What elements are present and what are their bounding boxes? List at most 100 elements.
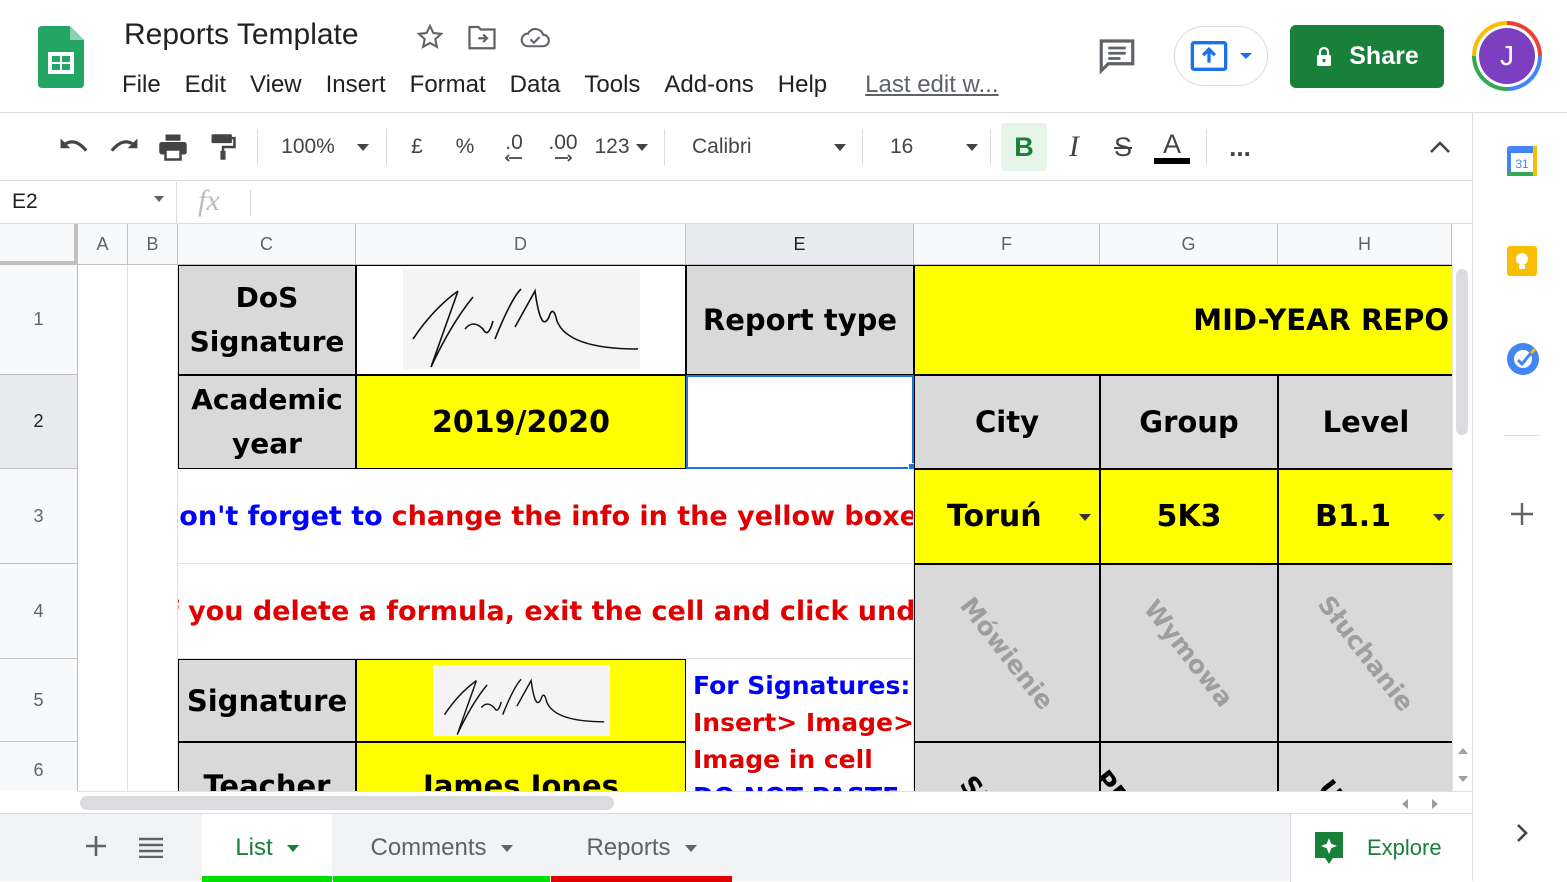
row-header-4[interactable]: 4 bbox=[0, 564, 78, 659]
column-header-d[interactable]: D bbox=[356, 224, 686, 265]
keep-icon[interactable] bbox=[1506, 245, 1538, 282]
cell-f4[interactable]: Mówienie bbox=[914, 564, 1100, 742]
cell-h2[interactable]: Level bbox=[1278, 375, 1452, 469]
cell-d1[interactable] bbox=[356, 265, 686, 375]
more-options-button[interactable]: ... bbox=[1220, 123, 1260, 171]
tasks-icon[interactable] bbox=[1506, 342, 1540, 381]
menu-addons[interactable]: Add-ons bbox=[652, 71, 765, 99]
scroll-down-icon[interactable] bbox=[1457, 771, 1469, 789]
row-header-1[interactable]: 1 bbox=[0, 265, 78, 375]
cell-f3-dropdown[interactable]: Toruń bbox=[914, 469, 1100, 564]
undo-icon[interactable] bbox=[54, 123, 94, 171]
cell-g6[interactable]: PRON bbox=[1100, 742, 1278, 791]
text-color-button[interactable]: A bbox=[1152, 123, 1192, 171]
row-header-2[interactable]: 2 bbox=[0, 375, 78, 469]
redo-icon[interactable] bbox=[104, 123, 144, 171]
column-b-cells[interactable] bbox=[128, 265, 178, 791]
decrease-decimal-button[interactable]: .0 bbox=[494, 123, 534, 171]
percent-format-button[interactable]: % bbox=[448, 123, 482, 171]
last-edit-link[interactable]: Last edit w... bbox=[853, 71, 1010, 99]
cell-f1-merged[interactable]: MID-YEAR REPO bbox=[914, 265, 1452, 375]
currency-format-button[interactable]: £ bbox=[400, 123, 434, 171]
cell-c3-merged[interactable]: Don't forget to change the info in the y… bbox=[178, 469, 914, 564]
cell-g4[interactable]: Wymowa bbox=[1100, 564, 1278, 742]
vertical-scrollbar[interactable] bbox=[1452, 265, 1472, 791]
cell-c4-merged[interactable]: If you delete a formula, exit the cell a… bbox=[178, 564, 914, 659]
sheet-tab-reports[interactable]: Reports bbox=[551, 814, 732, 882]
cell-c6[interactable]: Teacher bbox=[178, 742, 356, 791]
sheet-tab-comments[interactable]: Comments bbox=[333, 814, 550, 882]
cell-e5-instructions[interactable]: For Signatures: Insert> Image> Image in … bbox=[686, 659, 914, 791]
font-family-select[interactable]: Calibri bbox=[680, 123, 850, 171]
column-a-cells[interactable] bbox=[78, 265, 128, 791]
scroll-up-icon[interactable] bbox=[1457, 743, 1469, 761]
add-sheet-icon[interactable] bbox=[84, 834, 108, 863]
column-header-b[interactable]: B bbox=[128, 224, 178, 265]
column-header-h[interactable]: H bbox=[1278, 224, 1452, 265]
cell-h4[interactable]: Słuchanie bbox=[1278, 564, 1452, 742]
row-header-3[interactable]: 3 bbox=[0, 469, 78, 564]
name-box[interactable]: E2 bbox=[12, 190, 38, 214]
share-button[interactable]: Share bbox=[1290, 25, 1444, 88]
sheets-logo-icon[interactable] bbox=[38, 26, 84, 88]
chevron-down-icon[interactable] bbox=[154, 196, 164, 202]
collapse-toolbar-icon[interactable] bbox=[1420, 123, 1460, 171]
select-all-corner[interactable] bbox=[0, 224, 78, 265]
cell-g2[interactable]: Group bbox=[1100, 375, 1278, 469]
move-to-folder-icon[interactable] bbox=[467, 22, 497, 52]
present-button[interactable] bbox=[1174, 26, 1268, 86]
more-formats-select[interactable]: 123 bbox=[590, 123, 652, 171]
vertical-scroll-thumb[interactable] bbox=[1456, 269, 1468, 435]
cell-h6[interactable]: U bbox=[1278, 742, 1452, 791]
cell-d5[interactable] bbox=[356, 659, 686, 742]
menu-tools[interactable]: Tools bbox=[572, 71, 652, 99]
chevron-down-icon[interactable] bbox=[1433, 514, 1445, 521]
menu-insert[interactable]: Insert bbox=[314, 71, 398, 99]
column-header-c[interactable]: C bbox=[178, 224, 356, 265]
cell-f2[interactable]: City bbox=[914, 375, 1100, 469]
menu-data[interactable]: Data bbox=[498, 71, 573, 99]
account-avatar[interactable]: J bbox=[1472, 21, 1542, 91]
star-icon[interactable] bbox=[415, 22, 445, 52]
horizontal-scrollbar[interactable] bbox=[78, 791, 1472, 813]
cloud-saved-icon[interactable] bbox=[520, 22, 550, 52]
cell-f6[interactable]: St bbox=[914, 742, 1100, 791]
row-header-5[interactable]: 5 bbox=[0, 659, 78, 742]
zoom-select[interactable]: 100% bbox=[270, 123, 380, 171]
print-icon[interactable] bbox=[153, 123, 193, 171]
document-title[interactable]: Reports Template bbox=[124, 18, 359, 52]
cell-d6[interactable]: James Jones bbox=[356, 742, 686, 791]
explore-button[interactable]: Explore bbox=[1290, 814, 1472, 882]
italic-button[interactable]: I bbox=[1054, 123, 1094, 171]
menu-file[interactable]: File bbox=[110, 71, 173, 99]
bold-button[interactable]: B bbox=[1001, 123, 1047, 171]
strikethrough-button[interactable]: S bbox=[1103, 123, 1143, 171]
cell-d2[interactable]: 2019/2020 bbox=[356, 375, 686, 469]
column-header-a[interactable]: A bbox=[78, 224, 128, 265]
cell-g3[interactable]: 5K3 bbox=[1100, 469, 1278, 564]
expand-panel-icon[interactable] bbox=[1515, 822, 1529, 849]
paint-format-icon[interactable] bbox=[203, 123, 243, 171]
column-header-f[interactable]: F bbox=[914, 224, 1100, 265]
menu-view[interactable]: View bbox=[238, 71, 314, 99]
cell-c5[interactable]: Signature bbox=[178, 659, 356, 742]
comment-history-icon[interactable] bbox=[1096, 34, 1138, 76]
all-sheets-icon[interactable] bbox=[138, 836, 164, 863]
calendar-icon[interactable]: 31 bbox=[1506, 145, 1538, 182]
menu-format[interactable]: Format bbox=[398, 71, 498, 99]
cell-e1[interactable]: Report type bbox=[686, 265, 914, 375]
menu-help[interactable]: Help bbox=[766, 71, 839, 99]
cell-h3-dropdown[interactable]: B1.1 bbox=[1278, 469, 1452, 564]
column-header-g[interactable]: G bbox=[1100, 224, 1278, 265]
menu-edit[interactable]: Edit bbox=[173, 71, 238, 99]
horizontal-scroll-thumb[interactable] bbox=[80, 796, 614, 810]
column-header-e[interactable]: E bbox=[686, 224, 914, 265]
cell-c1[interactable]: DoS Signature bbox=[178, 265, 356, 375]
sheet-tab-list[interactable]: List bbox=[202, 814, 332, 882]
row-header-6[interactable]: 6 bbox=[0, 742, 78, 791]
increase-decimal-button[interactable]: .00 bbox=[543, 123, 583, 171]
chevron-down-icon[interactable] bbox=[1079, 514, 1091, 521]
add-addon-icon[interactable] bbox=[1509, 501, 1535, 532]
cell-c2[interactable]: Academic year bbox=[178, 375, 356, 469]
cell-e2-selected[interactable] bbox=[686, 375, 914, 469]
